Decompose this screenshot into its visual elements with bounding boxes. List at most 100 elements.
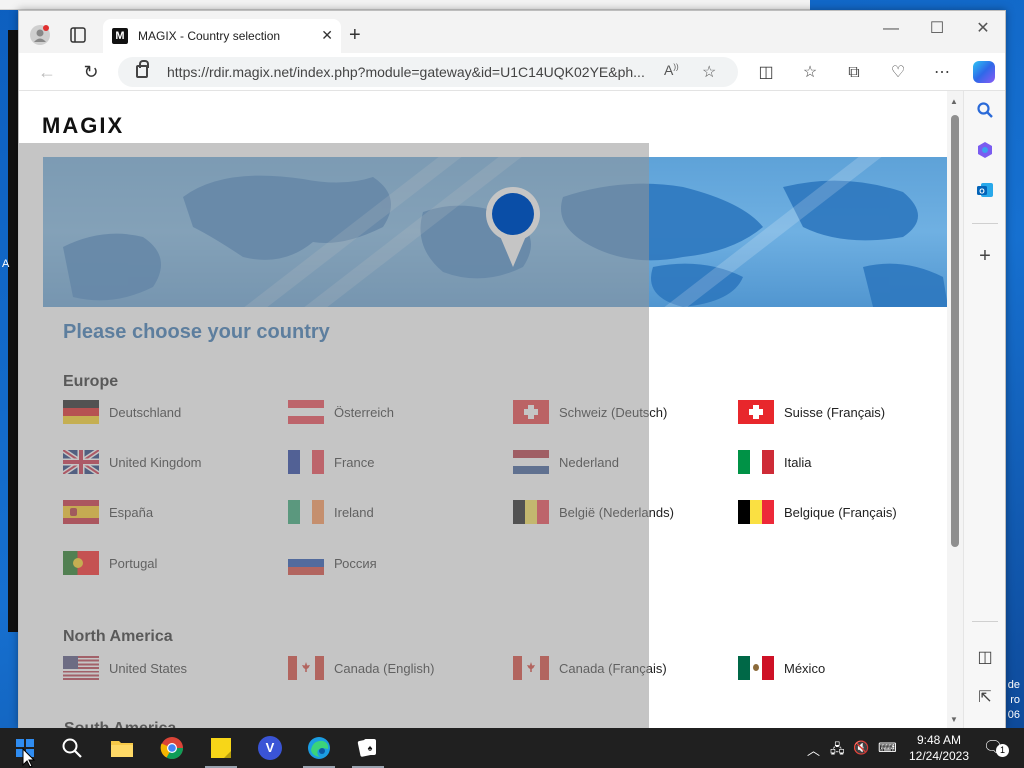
country-united-states[interactable]: United States: [63, 656, 187, 680]
add-sidebar-icon[interactable]: +: [974, 245, 996, 267]
country-name[interactable]: España: [109, 505, 153, 520]
tab-bar: M MAGIX - Country selection ✕ + — ☐ ✕: [19, 11, 1005, 53]
page-scrollbar[interactable]: ▲ ▼: [947, 91, 963, 729]
refresh-icon[interactable]: ↻: [79, 60, 103, 84]
search-taskbar-icon[interactable]: [57, 733, 87, 763]
hide-sidebar-icon[interactable]: ◫: [974, 647, 996, 669]
country-oesterreich[interactable]: Österreich: [288, 400, 394, 424]
country-name[interactable]: Deutschland: [109, 405, 181, 420]
flag-belgium-icon: [513, 500, 549, 524]
solitaire-icon[interactable]: ♠: [353, 733, 383, 763]
country-united-kingdom[interactable]: United Kingdom: [63, 450, 202, 474]
country-name[interactable]: Italia: [784, 455, 811, 470]
read-aloud-icon[interactable]: A)): [664, 62, 679, 78]
edge-icon[interactable]: [304, 733, 334, 763]
scroll-down-icon[interactable]: ▼: [950, 715, 958, 724]
country-name[interactable]: Schweiz (Deutsch): [559, 405, 667, 420]
new-tab-icon[interactable]: +: [349, 25, 361, 45]
country-suisse-francais[interactable]: Suisse (Français): [738, 400, 885, 424]
location-pin-dot: [492, 193, 534, 235]
magix-favicon-icon: M: [112, 28, 128, 44]
country-name[interactable]: France: [334, 455, 374, 470]
chrome-icon[interactable]: [157, 733, 187, 763]
outlook-icon[interactable]: O: [974, 181, 996, 203]
country-name[interactable]: Ireland: [334, 505, 374, 520]
file-explorer-icon[interactable]: [107, 733, 137, 763]
country-name[interactable]: Suisse (Français): [784, 405, 885, 420]
split-screen-icon[interactable]: ◫: [755, 62, 777, 84]
sticky-notes-icon[interactable]: [206, 733, 236, 763]
country-deutschland[interactable]: Deutschland: [63, 400, 181, 424]
flag-austria-icon: [288, 400, 324, 424]
country-name[interactable]: Österreich: [334, 405, 394, 420]
minimize-icon[interactable]: —: [877, 17, 905, 41]
country-name[interactable]: United Kingdom: [109, 455, 202, 470]
scroll-up-icon[interactable]: ▲: [950, 97, 958, 106]
flag-usa-icon: [63, 656, 99, 680]
flag-russia-icon: [288, 551, 324, 575]
flag-spain-icon: [63, 500, 99, 524]
country-schweiz-deutsch[interactable]: Schweiz (Deutsch): [513, 400, 667, 424]
url-text[interactable]: https://rdir.magix.net/index.php?module=…: [167, 64, 647, 80]
system-clock[interactable]: 9:48 AM 12/24/2023: [898, 732, 980, 764]
v-app-icon[interactable]: V: [255, 733, 285, 763]
flag-italy-icon: [738, 450, 774, 474]
browser-essentials-icon[interactable]: ♡: [887, 62, 909, 84]
country-nederland[interactable]: Nederland: [513, 450, 619, 474]
favorites-icon[interactable]: ☆: [799, 62, 821, 84]
country-portugal[interactable]: Portugal: [63, 551, 157, 575]
profile-icon[interactable]: [29, 24, 51, 46]
flag-ireland-icon: [288, 500, 324, 524]
show-hidden-icons-icon[interactable]: ︿: [807, 740, 820, 759]
country-name[interactable]: België (Nederlands): [559, 505, 674, 520]
back-icon[interactable]: ←: [35, 60, 59, 84]
country-name[interactable]: Canada (Français): [559, 661, 667, 676]
collections-icon[interactable]: ⧉: [843, 62, 865, 84]
mouse-cursor-icon: [22, 748, 36, 768]
volume-muted-icon[interactable]: 🔇: [853, 740, 869, 756]
desktop-text-fragment: A: [2, 258, 10, 270]
magix-logo[interactable]: MAGIX: [42, 113, 124, 139]
close-window-icon[interactable]: ✕: [969, 17, 997, 41]
country-name[interactable]: Belgique (Français): [784, 505, 897, 520]
favorite-star-icon[interactable]: ☆: [702, 62, 716, 82]
maximize-icon[interactable]: ☐: [923, 17, 951, 41]
country-belgique-francais[interactable]: Belgique (Français): [738, 500, 897, 524]
tab-magix-country[interactable]: M MAGIX - Country selection ✕: [103, 19, 341, 53]
more-menu-icon[interactable]: ⋯: [931, 62, 953, 84]
country-rossiya[interactable]: Россия: [288, 551, 377, 575]
copilot-icon[interactable]: [973, 61, 995, 83]
country-france[interactable]: France: [288, 450, 374, 474]
flag-switzerland-icon: [513, 400, 549, 424]
address-bar[interactable]: https://rdir.magix.net/index.php?module=…: [118, 57, 738, 87]
country-name[interactable]: Portugal: [109, 556, 157, 571]
network-icon[interactable]: 🖧: [830, 740, 845, 762]
keyboard-icon[interactable]: ⌨: [878, 740, 897, 756]
country-belgie-nederlands[interactable]: België (Nederlands): [513, 500, 674, 524]
search-icon[interactable]: [974, 101, 996, 123]
clock-date: 12/24/2023: [908, 749, 970, 763]
country-name[interactable]: México: [784, 661, 825, 676]
country-name[interactable]: Россия: [334, 556, 377, 571]
edge-sidebar: O + ◫ ⇱ ⚙: [963, 91, 1005, 744]
page-viewport: MAGIX Please choose your country Europe …: [19, 91, 947, 729]
tools-icon[interactable]: [974, 141, 996, 163]
country-name[interactable]: Canada (English): [334, 661, 434, 676]
tab-close-icon[interactable]: ✕: [321, 27, 333, 44]
svg-text:♠: ♠: [368, 743, 373, 753]
country-canada-francais[interactable]: Canada (Français): [513, 656, 667, 680]
lock-icon[interactable]: [136, 60, 149, 78]
tab-actions-icon[interactable]: [67, 24, 89, 46]
country-espana[interactable]: España: [63, 500, 153, 524]
country-italia[interactable]: Italia: [738, 450, 811, 474]
open-external-icon[interactable]: ⇱: [974, 687, 996, 709]
country-ireland[interactable]: Ireland: [288, 500, 374, 524]
flag-belgium-icon: [738, 500, 774, 524]
country-name[interactable]: Nederland: [559, 455, 619, 470]
country-name[interactable]: United States: [109, 661, 187, 676]
page-heading: Please choose your country: [63, 321, 330, 343]
v-app-letter: V: [258, 736, 282, 760]
country-canada-english[interactable]: Canada (English): [288, 656, 434, 680]
country-mexico[interactable]: México: [738, 656, 825, 680]
scroll-thumb[interactable]: [951, 115, 959, 547]
